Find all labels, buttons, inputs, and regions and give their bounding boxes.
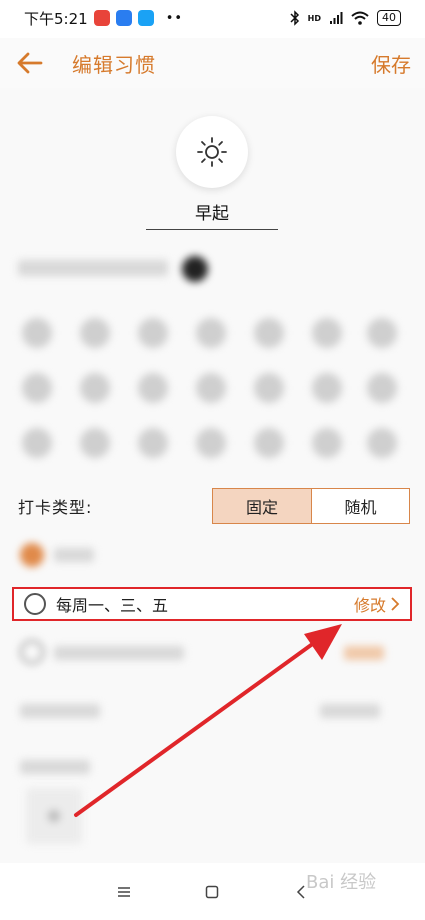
icon-option <box>22 428 52 458</box>
icon-option <box>138 318 168 348</box>
checkin-type-fixed[interactable]: 固定 <box>213 489 311 523</box>
row-label-blurred <box>20 760 90 774</box>
icon-option <box>138 373 168 403</box>
option-daily-blurred <box>20 541 410 571</box>
chevron-right-icon <box>391 597 400 611</box>
icon-picker-blurred <box>12 248 412 468</box>
habit-name-input[interactable]: 早起 <box>146 200 278 230</box>
wifi-icon <box>351 11 369 25</box>
sun-icon <box>197 137 227 167</box>
add-reminder-blurred <box>26 788 82 844</box>
icon-option <box>254 318 284 348</box>
menu-icon <box>118 886 131 897</box>
option-label-blurred <box>54 646 184 660</box>
app-notification-icon <box>93 10 110 26</box>
battery-indicator: 40 <box>377 10 401 26</box>
arrow-left-icon <box>17 52 43 74</box>
icon-option <box>22 318 52 348</box>
icon-option <box>196 373 226 403</box>
reminder-row-blurred <box>20 696 410 726</box>
icon-option <box>196 428 226 458</box>
nav-home-button[interactable] <box>200 880 224 904</box>
option-custom-blurred <box>20 638 410 668</box>
chat-app-icon <box>137 10 154 26</box>
option-label-blurred <box>54 548 94 562</box>
add-icon <box>48 810 60 822</box>
row-label-blurred <box>20 704 100 718</box>
modify-blurred <box>344 646 384 660</box>
bluetooth-icon <box>290 10 299 26</box>
icon-option <box>80 373 110 403</box>
icon-option <box>312 428 342 458</box>
back-button[interactable] <box>14 47 46 79</box>
bluetooth-app-icon <box>115 10 132 26</box>
checkin-type-row: 打卡类型: 固定 随机 <box>18 488 410 524</box>
status-time: 下午5:21 <box>24 9 88 28</box>
schedule-option-highlighted[interactable]: 每周一、三、五 修改 <box>12 587 412 621</box>
icon-option <box>80 428 110 458</box>
save-button[interactable]: 保存 <box>371 49 411 78</box>
checkin-type-random[interactable]: 随机 <box>311 489 409 523</box>
modify-button[interactable]: 修改 <box>354 592 400 616</box>
checkin-type-segmented: 固定 随机 <box>212 488 410 524</box>
radio-selected-icon <box>20 543 44 567</box>
icon-option <box>254 373 284 403</box>
icon-option <box>22 373 52 403</box>
icon-option <box>312 318 342 348</box>
radio-unselected-icon <box>24 593 46 615</box>
checkin-reminder-blurred <box>20 752 410 782</box>
icon-option <box>138 428 168 458</box>
row-value-blurred <box>320 704 380 718</box>
icon-picker-label <box>18 260 168 276</box>
icon-option <box>254 428 284 458</box>
home-icon <box>206 885 219 898</box>
icon-option <box>367 373 397 403</box>
signal-icon <box>330 12 343 24</box>
habit-editor: 早起 打卡类型: 固定 随机 每周一、三、五 修改 <box>0 88 425 863</box>
app-header: 编辑习惯 保存 <box>0 38 425 88</box>
back-icon <box>296 884 305 899</box>
icon-option <box>367 318 397 348</box>
nav-menu-button[interactable] <box>112 880 136 904</box>
schedule-option-text: 每周一、三、五 <box>56 596 169 615</box>
more-notifications-icon: •• <box>165 10 184 26</box>
page-title: 编辑习惯 <box>72 52 156 77</box>
checkin-type-label: 打卡类型: <box>18 498 93 517</box>
status-bar: 下午5:21 •• HD 40 <box>0 0 425 36</box>
habit-icon-button[interactable] <box>176 116 248 188</box>
icon-option <box>80 318 110 348</box>
network-type-label: HD <box>307 13 321 23</box>
color-picker-dot <box>182 256 208 282</box>
icon-option <box>196 318 226 348</box>
modify-label: 修改 <box>353 596 386 615</box>
watermark: Bai 经验 <box>306 872 377 893</box>
icon-option <box>367 428 397 458</box>
icon-option <box>312 373 342 403</box>
radio-icon <box>20 640 44 664</box>
